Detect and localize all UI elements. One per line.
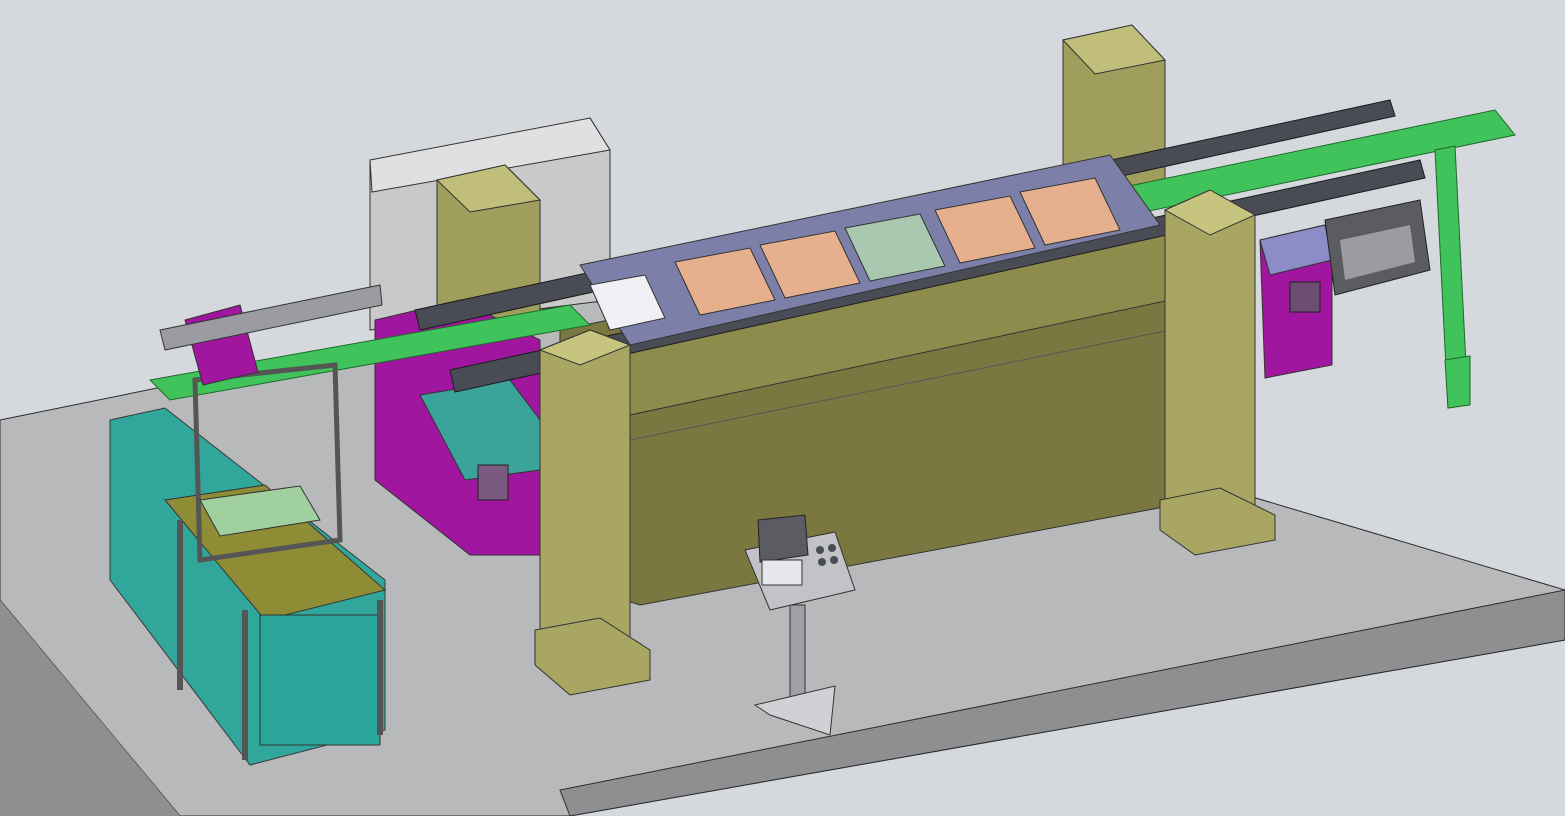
cad-assembly-view xyxy=(0,0,1565,816)
cad-canvas xyxy=(0,24,1565,816)
right-inspection-station xyxy=(1259,224,1333,379)
right-frame xyxy=(1324,199,1431,296)
